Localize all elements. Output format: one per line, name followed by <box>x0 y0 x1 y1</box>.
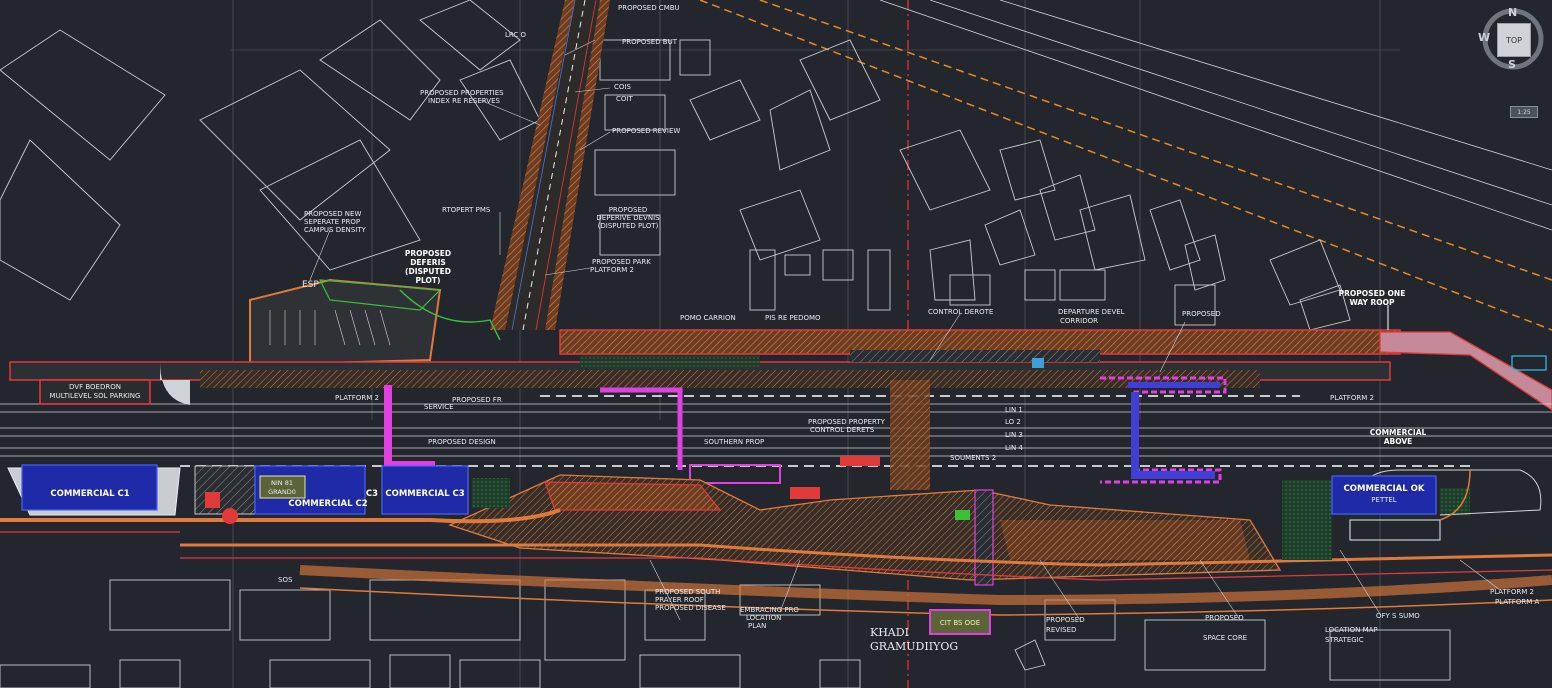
sos-label: SOS <box>278 576 293 584</box>
note-28: PROPOSED DESIGN <box>428 438 496 446</box>
compass-south[interactable]: S <box>1508 58 1516 71</box>
disputed-plot-label-2: DEPERIVE DEVNIS <box>596 214 660 222</box>
compass-north[interactable]: N <box>1508 6 1517 19</box>
note-26: PROPOSED <box>1182 310 1221 318</box>
proposed-disputed-label-1: PROPOSED <box>405 249 451 258</box>
station-band <box>9 329 1552 411</box>
note-27: SOUTHERN PROP <box>704 438 764 446</box>
road-a-label: LRC O <box>505 31 527 39</box>
proposed-disputed-label-3: (DISPUTED <box>405 267 451 276</box>
note-19: LIN 3 <box>1005 431 1023 439</box>
note-40: SPACE CORE <box>1203 634 1247 642</box>
city-sewage-label: OFY S SUMO <box>1376 612 1420 620</box>
note-44: STRATEGIC <box>1325 636 1364 644</box>
note-24: PROPOSED PROPERTY <box>808 418 886 426</box>
note-5: PROPOSED REVIEW <box>612 127 680 135</box>
note-14: POMO CARRION <box>680 314 736 322</box>
nin-grand-label-1: NIN 81 <box>271 479 293 487</box>
note-21: SOUMENTS 2 <box>950 454 996 462</box>
note-42: PLATFORM A <box>1495 598 1539 606</box>
commercial-c2-label: COMMERCIAL C2 <box>288 499 367 509</box>
note-4: COIT <box>616 95 633 103</box>
note-35: LOCATION <box>746 614 781 622</box>
note-16: CONTROL DEROTE <box>928 308 993 316</box>
note-36: PLAN <box>748 622 766 630</box>
commercial-c2-block: NIN 81 GRAND0 COMMERCIAL C2 C3 <box>194 465 378 515</box>
note-43: LOCATION MAP <box>1325 626 1378 634</box>
note-8: RTOPERT PMS <box>442 206 491 214</box>
esp-label: ESP <box>302 280 319 290</box>
proposed-fob-label-1: PROPOSED ONE <box>1339 289 1406 298</box>
c3-marker-label: C3 <box>366 489 378 499</box>
surface-parking <box>249 278 442 367</box>
viewcube[interactable]: N W S TOP <box>1478 6 1546 72</box>
note-12: PROPOSED PARK <box>592 258 651 266</box>
viewcube-top-face[interactable]: TOP <box>1497 23 1531 57</box>
note-7: PROPOSED BUT <box>622 38 678 46</box>
scale-indicator[interactable]: 1:25 <box>1510 106 1538 118</box>
note-30: PROPOSED FR <box>452 396 502 404</box>
note-22: DEPARTURE DEVEL <box>1058 308 1125 316</box>
parking-label-2: MULTILEVEL SOL PARKING <box>50 392 141 400</box>
note-1: PROPOSED PROPERTIES <box>420 89 504 97</box>
site-plan-drawing[interactable]: COMMERCIAL C1 NIN 81 GRAND0 COMMERCIAL C… <box>0 0 1552 688</box>
compass-west[interactable]: W <box>1478 31 1490 44</box>
commercial-c1-label: COMMERCIAL C1 <box>50 489 129 499</box>
platform-label-2: PLATFORM 2 <box>1330 394 1374 402</box>
cit-badge-label: CIT BS OOE <box>940 619 980 627</box>
note-13: PLATFORM 2 <box>590 266 634 274</box>
note-33: PROPOSED DISEASE <box>655 604 726 612</box>
note-39: PROPOSED <box>1205 614 1244 622</box>
commercial-above-label-2: ABOVE <box>1384 437 1413 446</box>
note-38: REVISED <box>1046 626 1076 634</box>
note-17: LIN 1 <box>1005 406 1023 414</box>
note-34: EMBRACING PRO <box>740 606 799 614</box>
note-41: PLATFORM 2 <box>1490 588 1534 596</box>
commercial-c1-block: COMMERCIAL C1 <box>7 464 181 516</box>
commercial-c3-label: COMMERCIAL C3 <box>385 489 464 499</box>
note-6: PROPOSED CMBU <box>618 4 680 12</box>
note-32: PRAYER ROOF <box>655 596 704 604</box>
disputed-plot-label-3: (DISPUTED PLOT) <box>598 222 659 230</box>
platform-label-1: PLATFORM 2 <box>335 394 379 402</box>
note-10: SEPERATE PROP <box>304 218 360 226</box>
commercial-above-label-1: COMMERCIAL <box>1370 428 1427 437</box>
note-25: CONTROL DERETS <box>810 426 875 434</box>
note-11: CAMPUS DENSITY <box>304 226 367 234</box>
khadi-label-2: GRAMUDIIYOG <box>870 640 958 653</box>
note-9: PROPOSED NEW <box>304 210 361 218</box>
khadi-label-1: KHADI <box>870 626 909 639</box>
proposed-disputed-label-4: PLOT) <box>416 276 441 285</box>
note-3: COIS <box>614 83 631 91</box>
note-18: LO 2 <box>1005 418 1021 426</box>
commercial-c3-block: COMMERCIAL C3 <box>381 465 469 515</box>
disputed-plot-label-1: PROPOSED <box>609 206 648 214</box>
rail-corridor-lines <box>699 0 1552 331</box>
cad-viewport[interactable]: COMMERCIAL C1 NIN 81 GRAND0 COMMERCIAL C… <box>0 0 1552 688</box>
note-37: PROPOSED <box>1046 616 1085 624</box>
note-23: CORRIDOR <box>1060 317 1098 325</box>
note-20: LIN 4 <box>1005 444 1023 452</box>
proposed-disputed-label-2: DEFERIS <box>410 258 446 267</box>
nin-grand-label-2: GRAND0 <box>268 488 296 496</box>
note-15: PIS RE PEDOMO <box>765 314 821 322</box>
commercial-ok-label: COMMERCIAL OK <box>1344 484 1425 494</box>
parking-label-1: DVF BOEDRON <box>69 383 121 391</box>
commercial-ok-block: COMMERCIAL OK PETTEL <box>1331 475 1437 515</box>
note-29: SERVICE <box>424 403 454 411</box>
foot-over-bridges <box>384 376 1227 484</box>
commercial-ok-sublabel: PETTEL <box>1371 496 1396 504</box>
